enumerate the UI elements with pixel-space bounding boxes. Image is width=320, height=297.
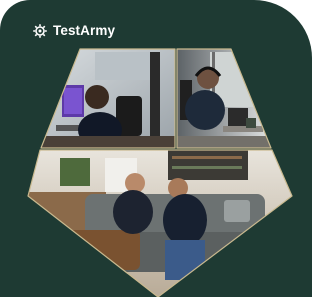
- brand-card: TestArmy: [0, 0, 312, 297]
- photo-top-right: [177, 49, 271, 148]
- photo-collage: [27, 48, 293, 297]
- canvas: TestArmy: [0, 0, 312, 297]
